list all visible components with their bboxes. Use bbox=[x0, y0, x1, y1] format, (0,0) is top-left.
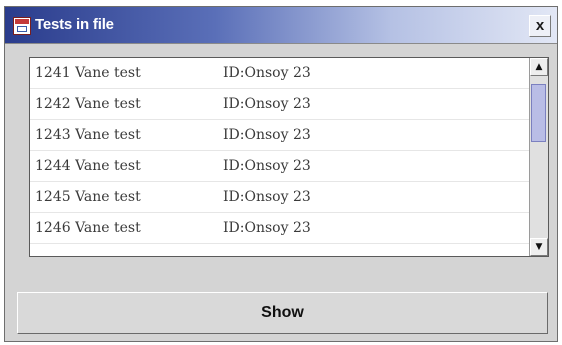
vertical-scrollbar[interactable]: ▲ ▼ bbox=[529, 58, 548, 256]
test-name: 1244 Vane test bbox=[35, 158, 141, 174]
arrow-down-icon: ▼ bbox=[535, 242, 543, 252]
tests-list-panel: 1241 Vane test ID:Onsoy 23 1242 Vane tes… bbox=[29, 57, 549, 257]
scroll-up-button[interactable]: ▲ bbox=[530, 58, 548, 76]
test-id: ID:Onsoy 23 bbox=[223, 65, 311, 81]
test-id: ID:Onsoy 23 bbox=[223, 189, 311, 205]
tests-list: 1241 Vane test ID:Onsoy 23 1242 Vane tes… bbox=[30, 58, 529, 256]
scroll-down-button[interactable]: ▼ bbox=[530, 238, 548, 256]
test-id: ID:Onsoy 23 bbox=[223, 96, 311, 112]
test-name: 1243 Vane test bbox=[35, 127, 141, 143]
test-name: 1245 Vane test bbox=[35, 189, 141, 205]
test-id: ID:Onsoy 23 bbox=[223, 127, 311, 143]
window-title: Tests in file bbox=[35, 16, 114, 33]
test-name: 1246 Vane test bbox=[35, 220, 141, 236]
title-bar[interactable]: Tests in file x bbox=[5, 7, 557, 44]
list-item[interactable]: 1245 Vane test ID:Onsoy 23 bbox=[30, 182, 529, 213]
list-item[interactable]: 1246 Vane test ID:Onsoy 23 bbox=[30, 213, 529, 244]
close-button[interactable]: x bbox=[529, 15, 551, 37]
test-name: 1241 Vane test bbox=[35, 65, 141, 81]
list-item[interactable]: 1241 Vane test ID:Onsoy 23 bbox=[30, 58, 529, 89]
test-id: ID:Onsoy 23 bbox=[223, 158, 311, 174]
list-item[interactable]: 1244 Vane test ID:Onsoy 23 bbox=[30, 151, 529, 182]
scroll-thumb[interactable] bbox=[531, 84, 546, 142]
arrow-up-icon: ▲ bbox=[535, 62, 543, 72]
test-id: ID:Onsoy 23 bbox=[223, 220, 311, 236]
test-name: 1242 Vane test bbox=[35, 96, 141, 112]
tests-dialog: Tests in file x 1241 Vane test ID:Onsoy … bbox=[4, 6, 558, 342]
list-item[interactable]: 1242 Vane test ID:Onsoy 23 bbox=[30, 89, 529, 120]
close-icon: x bbox=[535, 17, 545, 34]
show-button[interactable]: Show bbox=[17, 292, 548, 334]
list-item[interactable]: 1243 Vane test ID:Onsoy 23 bbox=[30, 120, 529, 151]
app-icon bbox=[13, 17, 31, 35]
